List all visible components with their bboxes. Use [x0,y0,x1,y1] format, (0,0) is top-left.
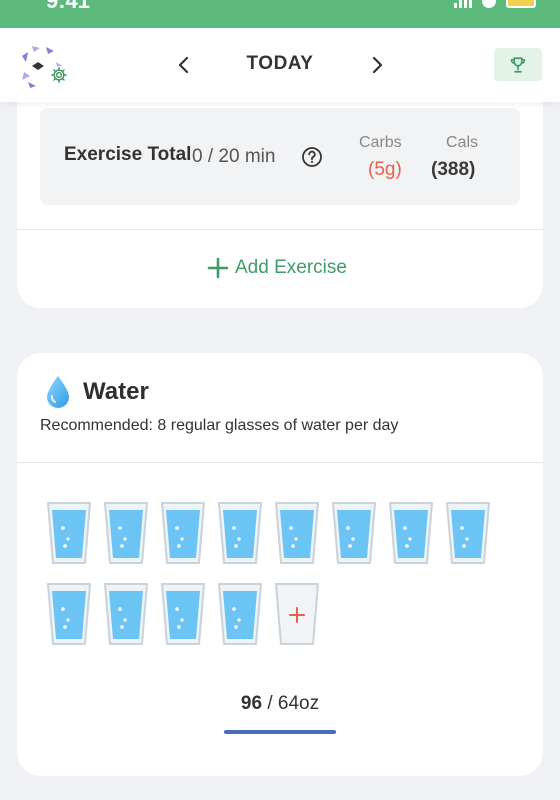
status-time: 9:41 [46,0,91,13]
page-title: TODAY [246,53,314,74]
chevron-left-icon [178,56,189,74]
plus-icon [207,257,229,279]
gear-icon[interactable] [50,66,72,88]
cals-label: Cals [446,134,479,151]
wifi-icon [482,0,496,8]
carbs-value: (5g) [368,159,402,180]
carbs-label: Carbs [359,134,402,151]
water-recommendation: Recommended: 8 regular glasses of water … [40,417,399,434]
water-title: Water [83,378,149,405]
water-goal: / 64oz [267,693,320,714]
prev-day-button[interactable] [169,48,199,82]
water-glass-filled[interactable] [217,582,263,646]
water-header: Water [45,375,149,409]
status-bar: 9:41 [0,0,560,28]
battery-icon [506,0,536,8]
chevron-right-icon [372,56,383,74]
signal-icon [454,0,472,8]
exercise-progress: 0 / 20 min [192,146,276,167]
top-navigation: TODAY [0,28,560,102]
water-glass-filled[interactable] [331,501,377,565]
water-drop-icon [47,376,69,408]
water-consumed: 96 [240,693,263,714]
profile-avatar[interactable] [18,42,72,90]
water-glass-filled[interactable] [160,582,206,646]
water-glass-filled[interactable] [103,582,149,646]
exercise-summary: Exercise Total 0 / 20 min Carbs (5g) Cal… [40,108,520,205]
next-day-button[interactable] [362,48,392,82]
water-glass-filled[interactable] [160,501,206,565]
status-icons [454,0,536,8]
water-glass-filled[interactable] [274,501,320,565]
water-glass-filled[interactable] [445,501,491,565]
water-card: Water Recommended: 8 regular glasses of … [17,353,543,776]
add-exercise-label: Add Exercise [235,257,347,278]
exercise-total-label: Exercise Total [64,144,192,165]
water-glass-filled[interactable] [103,501,149,565]
divider [17,229,543,230]
trophy-button[interactable] [494,48,542,81]
trophy-icon [510,56,526,73]
add-water-glass-button[interactable] [274,582,320,646]
divider [17,462,543,463]
help-icon[interactable] [301,146,323,173]
cals-value: (388) [431,159,476,180]
water-glass-filled[interactable] [217,501,263,565]
water-glass-filled[interactable] [388,501,434,565]
add-exercise-button[interactable]: Add Exercise [207,257,347,279]
water-glass-filled[interactable] [46,582,92,646]
water-progress-bar [224,730,336,734]
water-glass-filled[interactable] [46,501,92,565]
water-total: 96 / 64oz [17,693,543,715]
